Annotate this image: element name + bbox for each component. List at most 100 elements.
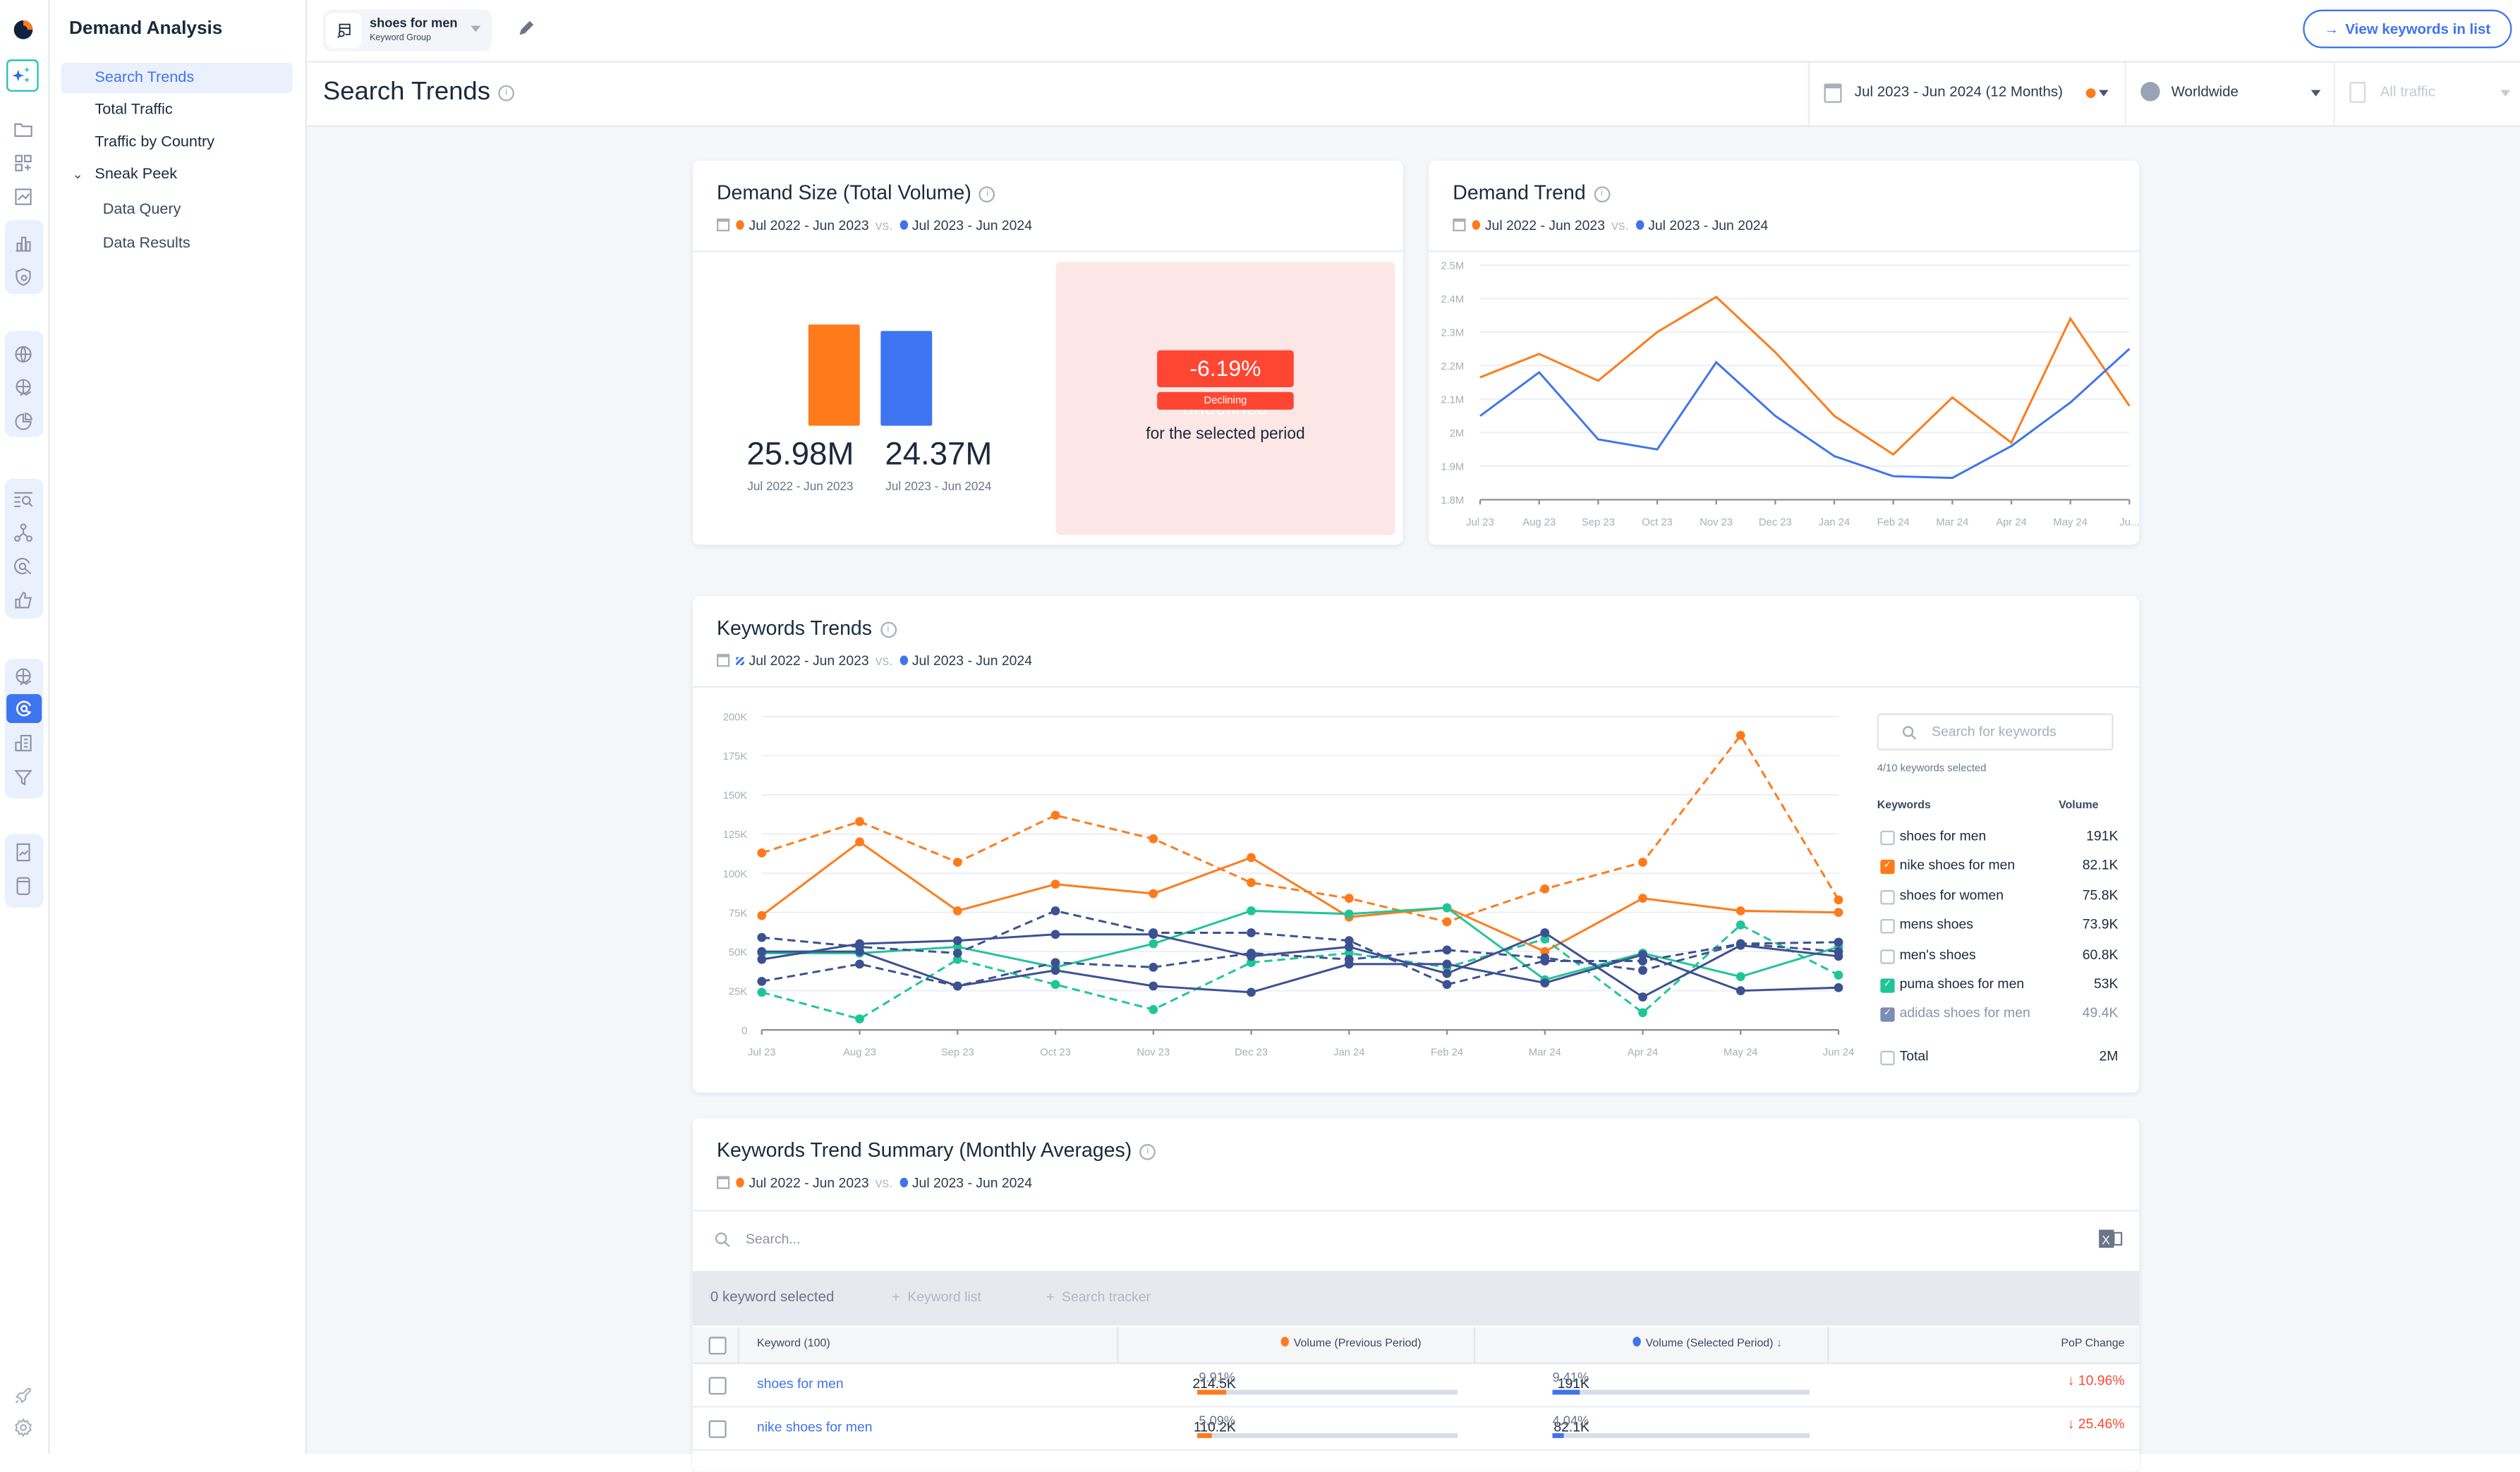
- mobile-icon[interactable]: [13, 876, 34, 897]
- keyword-link[interactable]: shoes for men: [757, 1375, 844, 1392]
- select-all-checkbox[interactable]: [708, 1337, 727, 1355]
- keyword-checkbox[interactable]: ✓: [1880, 860, 1895, 875]
- search-target-button[interactable]: [6, 694, 42, 724]
- info-icon[interactable]: i: [498, 85, 515, 101]
- keyword-group-type: Keyword Group: [369, 33, 432, 44]
- traffic-selector[interactable]: All traffic: [2333, 62, 2520, 126]
- x-tick-label: Dec 23: [1759, 517, 1792, 528]
- data-point: [1540, 953, 1550, 963]
- country-selector[interactable]: Worldwide: [2124, 62, 2335, 126]
- thumbs-up-icon[interactable]: [13, 590, 34, 611]
- view-keywords-button[interactable]: → View keywords in list: [2303, 9, 2512, 49]
- col-prev-volume[interactable]: Volume (Previous Period): [1280, 1327, 1422, 1363]
- arrow-down-icon: ↓: [2067, 1415, 2078, 1432]
- x-tick-label: Mar 24: [1936, 517, 1968, 528]
- report-icon[interactable]: [13, 842, 34, 863]
- add-search-tracker-button[interactable]: + Search tracker: [1046, 1289, 1151, 1305]
- data-point: [1149, 834, 1158, 844]
- keyword-link[interactable]: nike shoes for men: [757, 1418, 873, 1435]
- data-point: [757, 976, 767, 986]
- info-icon[interactable]: i: [1139, 1143, 1156, 1160]
- data-point: [1834, 895, 1843, 905]
- row-checkbox[interactable]: [708, 1420, 727, 1438]
- nav-item-data-query[interactable]: Data Query: [61, 195, 293, 225]
- x-tick-label: Feb 24: [1877, 517, 1910, 528]
- trend-chart-icon[interactable]: [13, 186, 34, 207]
- globe-trend-icon[interactable]: [13, 667, 34, 688]
- table-row: shoes for men 214.5K 9.91% 191K 9.41% ↓ …: [692, 1364, 2140, 1408]
- keyword-checkbox[interactable]: [1880, 1050, 1895, 1065]
- date-range-picker[interactable]: Jul 2023 - Jun 2024 (12 Months): [1807, 62, 2126, 126]
- period-dot: [2085, 88, 2096, 98]
- nav-item-traffic-by-country[interactable]: Traffic by Country: [61, 127, 293, 157]
- keyword-row[interactable]: ✓ nike shoes for men 82.1K: [1877, 856, 2118, 878]
- keyword-row[interactable]: men's shoes 60.8K: [1877, 944, 2118, 967]
- prev-dot: [1472, 220, 1481, 230]
- curr-volume-bar[interactable]: [880, 331, 933, 426]
- pie-chart-icon[interactable]: [13, 411, 34, 432]
- hierarchy-icon[interactable]: [13, 522, 34, 543]
- keyword-row[interactable]: shoes for women 75.8K: [1877, 885, 2118, 908]
- bar-chart-icon[interactable]: [13, 233, 34, 254]
- icon-rail: [0, 0, 50, 1454]
- y-tick-label: 75K: [729, 908, 747, 919]
- keyword-checkbox[interactable]: [1880, 830, 1895, 846]
- x-tick-label: Mar 24: [1529, 1047, 1561, 1059]
- prev-period: Jul 2022 - Jun 2023: [749, 1174, 869, 1191]
- nav-item-total-traffic[interactable]: Total Traffic: [61, 95, 293, 125]
- col-curr-volume[interactable]: Volume (Selected Period) ↓: [1632, 1327, 1782, 1363]
- keyword-checkbox[interactable]: [1880, 889, 1895, 905]
- globe-trend-icon[interactable]: [13, 377, 34, 399]
- globe-icon[interactable]: [13, 343, 34, 365]
- card-title-text: Keywords Trends: [716, 616, 872, 640]
- data-point: [1149, 962, 1158, 972]
- search-target-icon: [16, 700, 32, 717]
- keyword-total-row[interactable]: Total 2M: [1877, 1046, 2118, 1069]
- info-icon[interactable]: i: [979, 185, 996, 202]
- keyword-checkbox[interactable]: ✓: [1880, 978, 1895, 993]
- logo-icon[interactable]: [13, 19, 34, 40]
- table-search-input[interactable]: Search...: [693, 1212, 2139, 1270]
- keyword-label: shoes for women: [1899, 886, 2004, 903]
- building-icon[interactable]: [13, 733, 34, 754]
- folder-icon[interactable]: [13, 119, 34, 140]
- add-keyword-list-button[interactable]: + Keyword list: [892, 1289, 981, 1305]
- keyword-row[interactable]: mens shoes 73.9K: [1877, 915, 2118, 937]
- row-checkbox[interactable]: [708, 1377, 727, 1395]
- filter-icon[interactable]: [13, 767, 34, 788]
- keyword-row[interactable]: ✓ puma shoes for men 53K: [1877, 973, 2118, 996]
- col-pop-change[interactable]: PoP Change: [2061, 1327, 2124, 1363]
- data-point: [952, 858, 962, 867]
- change-caption: for the selected period: [1146, 425, 1305, 444]
- data-point: [1735, 906, 1745, 916]
- list-search-icon[interactable]: [13, 489, 34, 510]
- demand-trend-card: Demand Trend i Jul 2022 - Jun 2023 vs. Jul …: [1429, 160, 2140, 545]
- click-target-icon[interactable]: [13, 556, 34, 577]
- excel-export-icon[interactable]: X: [2099, 1227, 2123, 1250]
- rocket-icon[interactable]: [13, 1385, 34, 1406]
- keyword-search-input[interactable]: Search for keywords: [1877, 713, 2114, 750]
- keyword-row[interactable]: ✓ adidas shoes for men 49.4K: [1877, 1003, 2118, 1026]
- shield-search-icon[interactable]: [13, 267, 34, 288]
- keyword-checkbox[interactable]: ✓: [1880, 1008, 1895, 1023]
- add-widget-icon[interactable]: [13, 152, 34, 174]
- sparkles-button[interactable]: [6, 59, 39, 92]
- info-icon[interactable]: i: [1594, 185, 1610, 202]
- info-icon[interactable]: i: [880, 621, 897, 638]
- keyword-row[interactable]: shoes for men 191K: [1877, 826, 2118, 848]
- nav-item-sneak-peek[interactable]: ⌄ Sneak Peek: [61, 159, 293, 190]
- nav-item-data-results[interactable]: Data Results: [61, 228, 293, 258]
- data-point: [1735, 920, 1745, 930]
- keyword-group-selector[interactable]: shoes for men Keyword Group: [322, 9, 492, 51]
- col-keyword[interactable]: Keyword (100): [757, 1327, 830, 1363]
- prev-volume-bar[interactable]: [808, 324, 860, 426]
- edit-pencil-icon[interactable]: [516, 18, 537, 39]
- keyword-checkbox[interactable]: [1880, 919, 1895, 934]
- prev-dot: [736, 1177, 744, 1188]
- nav-item-search-trends[interactable]: Search Trends: [61, 62, 293, 94]
- keyword-checkbox[interactable]: [1880, 949, 1895, 963]
- x-tick-label: Apr 24: [1628, 1047, 1659, 1059]
- gear-icon[interactable]: [13, 1417, 34, 1438]
- devices-icon: [2349, 82, 2366, 103]
- data-point: [757, 932, 767, 942]
